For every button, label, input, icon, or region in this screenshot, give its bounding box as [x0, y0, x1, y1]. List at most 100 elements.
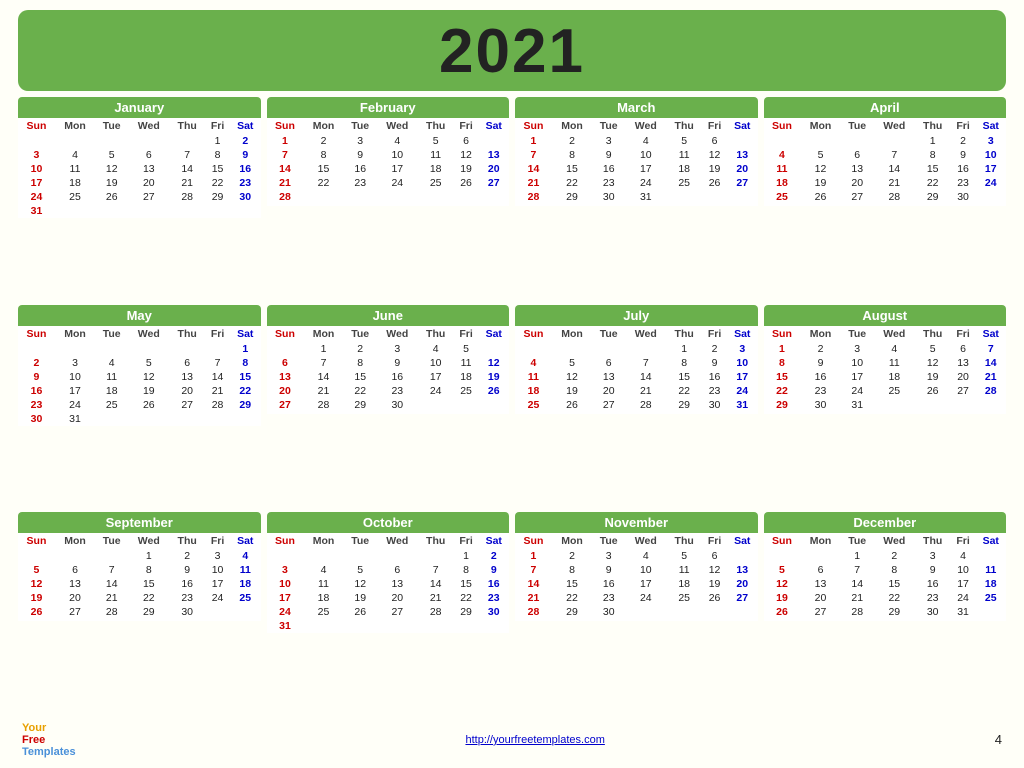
cal-day: 21 — [418, 591, 454, 605]
cal-day: 2 — [800, 342, 840, 356]
cal-day — [841, 134, 874, 148]
day-header-sun: Sun — [515, 533, 552, 549]
cal-day: 5 — [552, 356, 592, 370]
cal-day: 28 — [841, 605, 874, 619]
cal-day: 8 — [344, 356, 377, 370]
cal-day — [303, 549, 343, 563]
cal-day: 10 — [18, 162, 55, 176]
cal-day: 14 — [95, 577, 128, 591]
cal-day — [915, 619, 951, 621]
cal-day: 25 — [874, 384, 915, 398]
cal-day: 31 — [55, 412, 95, 426]
day-header-tue: Tue — [841, 533, 874, 549]
cal-day: 11 — [95, 370, 128, 384]
cal-day: 25 — [55, 190, 95, 204]
cal-day: 8 — [205, 148, 230, 162]
day-header-sun: Sun — [764, 533, 801, 549]
cal-day: 14 — [515, 577, 552, 591]
cal-day: 26 — [702, 591, 727, 605]
cal-day: 4 — [625, 549, 666, 563]
cal-day: 26 — [128, 398, 169, 412]
day-header-tue: Tue — [841, 326, 874, 342]
cal-day: 3 — [267, 563, 304, 577]
cal-day — [18, 549, 55, 563]
cal-day: 6 — [169, 356, 205, 370]
day-header-sun: Sun — [515, 326, 552, 342]
cal-day: 17 — [841, 370, 874, 384]
cal-day: 1 — [267, 134, 304, 148]
cal-day — [727, 190, 757, 204]
day-header-mon: Mon — [55, 118, 95, 134]
cal-day — [205, 342, 230, 356]
cal-day: 1 — [205, 134, 230, 148]
cal-day: 28 — [515, 605, 552, 619]
cal-day: 31 — [727, 398, 757, 412]
cal-day: 12 — [702, 563, 727, 577]
cal-day — [666, 605, 702, 619]
cal-day: 14 — [267, 162, 304, 176]
cal-day: 26 — [18, 605, 55, 619]
cal-day: 5 — [418, 134, 454, 148]
cal-day: 1 — [303, 342, 343, 356]
cal-day — [377, 619, 418, 633]
cal-day: 11 — [666, 563, 702, 577]
cal-day: 10 — [625, 563, 666, 577]
cal-day: 14 — [976, 356, 1006, 370]
cal-day: 5 — [666, 549, 702, 563]
cal-day: 6 — [377, 563, 418, 577]
day-header-fri: Fri — [454, 118, 479, 134]
cal-day — [666, 412, 702, 414]
cal-day — [552, 342, 592, 356]
cal-day — [454, 190, 479, 204]
footer-link[interactable]: http://yourfreetemplates.com — [465, 734, 604, 746]
month-block-june: JuneSunMonTueWedThuFriSat123456789101112… — [267, 305, 510, 507]
cal-day: 17 — [18, 176, 55, 190]
cal-table: SunMonTueWedThuFriSat1234567891011121314… — [764, 326, 1007, 414]
cal-day: 20 — [800, 591, 840, 605]
day-header-sun: Sun — [764, 118, 801, 134]
cal-day: 19 — [702, 577, 727, 591]
cal-day: 29 — [666, 398, 702, 412]
cal-day: 23 — [800, 384, 840, 398]
day-header-fri: Fri — [702, 533, 727, 549]
cal-day: 12 — [95, 162, 128, 176]
day-header-thu: Thu — [915, 326, 951, 342]
cal-day: 9 — [592, 148, 625, 162]
day-header-wed: Wed — [128, 533, 169, 549]
day-header-thu: Thu — [418, 326, 454, 342]
cal-day: 14 — [515, 162, 552, 176]
cal-day: 17 — [205, 577, 230, 591]
cal-day — [454, 204, 479, 206]
cal-day: 21 — [267, 176, 304, 190]
cal-day: 13 — [377, 577, 418, 591]
cal-day: 11 — [55, 162, 95, 176]
page-number: 4 — [995, 732, 1002, 747]
cal-day: 25 — [303, 605, 343, 619]
cal-day: 16 — [592, 577, 625, 591]
cal-day: 28 — [515, 190, 552, 204]
cal-day: 30 — [800, 398, 840, 412]
cal-day: 17 — [267, 591, 304, 605]
cal-day: 15 — [874, 577, 915, 591]
cal-day: 27 — [377, 605, 418, 619]
logo-free: Free — [22, 734, 76, 746]
cal-day — [479, 342, 509, 356]
cal-day: 14 — [418, 577, 454, 591]
cal-day: 10 — [727, 356, 757, 370]
cal-day: 4 — [625, 134, 666, 148]
cal-day: 9 — [344, 148, 377, 162]
cal-day — [515, 342, 552, 356]
cal-day: 29 — [344, 398, 377, 412]
cal-day: 29 — [764, 398, 801, 412]
cal-day: 16 — [18, 384, 55, 398]
cal-day: 24 — [625, 176, 666, 190]
cal-day: 19 — [915, 370, 951, 384]
cal-day: 16 — [592, 162, 625, 176]
cal-day — [169, 134, 205, 148]
cal-day: 30 — [230, 190, 260, 204]
cal-day: 28 — [418, 605, 454, 619]
cal-day: 17 — [625, 162, 666, 176]
cal-day: 29 — [230, 398, 260, 412]
cal-day: 5 — [95, 148, 128, 162]
day-header-fri: Fri — [205, 118, 230, 134]
